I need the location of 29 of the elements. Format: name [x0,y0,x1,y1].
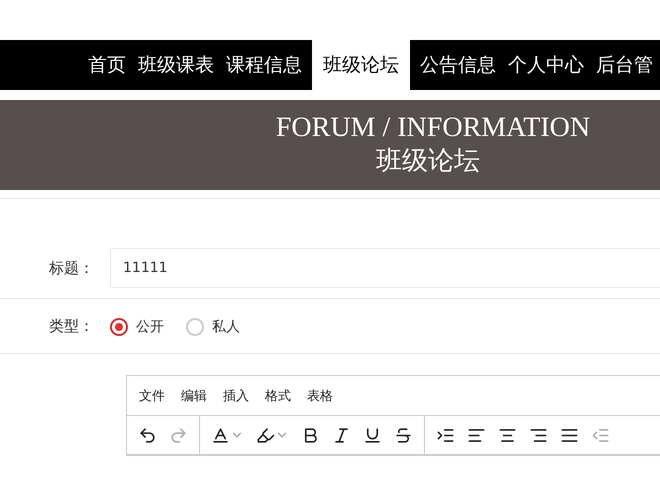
nav-tab[interactable]: 班级课表 [132,40,220,90]
banner-title: FORUM / INFORMATION [276,112,590,144]
radio-label: 公开 [136,318,164,336]
title-input[interactable]: 11111 [110,248,660,288]
highlighter-icon [256,426,275,444]
nav-tab[interactable]: 后台管 [590,40,659,90]
editor-menu[interactable]: 插入 [223,386,249,404]
editor-menu[interactable]: 编辑 [181,386,207,404]
nav-tab[interactable]: 公告信息 [414,40,502,90]
nav-tab[interactable]: 班级论坛 [312,40,410,90]
redo-icon [169,426,188,444]
underline-icon [363,426,382,444]
nav-tab[interactable]: 首页 [82,40,132,90]
banner-subtitle: 班级论坛 [376,145,481,178]
radio-option[interactable]: 私人 [186,318,240,336]
strikethrough-icon [394,426,413,444]
editor-menu[interactable]: 文件 [139,386,165,404]
field-label: 标题： [48,258,95,278]
radio-icon[interactable] [110,318,128,336]
editor-menu[interactable]: 表格 [307,386,333,404]
field-label: 类型： [48,317,95,336]
radio-option[interactable]: 公开 [110,318,164,336]
text-color-icon [211,426,230,444]
nav-tab[interactable]: 个人中心 [502,40,590,90]
undo-icon [138,426,157,444]
radio-label: 私人 [212,318,240,336]
editor-menu[interactable]: 格式 [265,386,291,404]
nav-tab[interactable]: 课程信息 [220,40,308,90]
italic-icon [332,426,351,444]
